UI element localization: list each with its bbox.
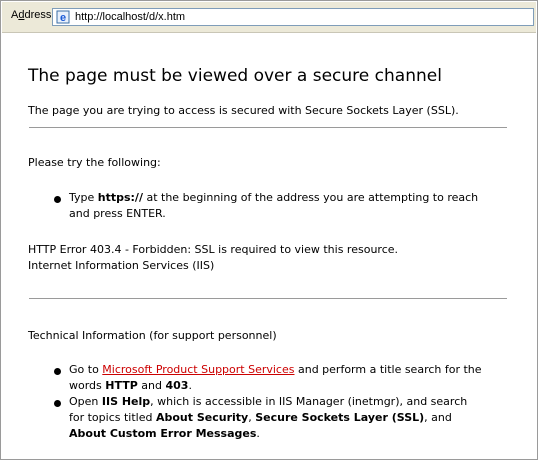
error-line: HTTP Error 403.4 - Forbidden: SSL is req… [28, 243, 399, 256]
try-bullet-line2: and press ENTER. [69, 207, 166, 220]
divider-top [29, 127, 507, 128]
divider-bottom [29, 298, 507, 299]
intro-text: The page you are trying to access is sec… [28, 104, 459, 117]
address-bar: Address e http://localhost/d/x.htm [2, 2, 536, 33]
page-title: The page must be viewed over a secure ch… [28, 66, 442, 86]
tech-bullet1-line2: words HTTP and 403. [69, 379, 192, 392]
address-label: Address [11, 9, 52, 21]
tech-bullet1-line1: Go to Microsoft Product Support Services… [69, 363, 482, 376]
support-services-link[interactable]: Microsoft Product Support Services [102, 363, 294, 376]
tech-bullet2-line3: About Custom Error Messages. [69, 427, 260, 440]
ie-page-icon: e [56, 10, 70, 24]
tech-bullet2-line1: Open IIS Help, which is accessible in II… [69, 395, 468, 408]
browser-window: Address e http://localhost/d/x.htm The p… [0, 0, 538, 460]
bullet-1 [54, 196, 61, 203]
bullet-3 [54, 400, 61, 407]
bullet-2 [54, 368, 61, 375]
tech-bullet2-line2: for topics titled About Security, Secure… [69, 411, 452, 424]
address-input[interactable]: e http://localhost/d/x.htm [52, 8, 534, 26]
server-line: Internet Information Services (IIS) [28, 259, 215, 272]
try-heading: Please try the following: [28, 156, 161, 169]
page-content: The page must be viewed over a secure ch… [2, 33, 536, 458]
try-bullet-line1: Type https:// at the beginning of the ad… [69, 191, 479, 204]
tech-heading: Technical Information (for support perso… [28, 329, 277, 342]
svg-text:e: e [60, 12, 66, 24]
https-text: https:// [97, 191, 143, 204]
address-url: http://localhost/d/x.htm [75, 11, 186, 23]
